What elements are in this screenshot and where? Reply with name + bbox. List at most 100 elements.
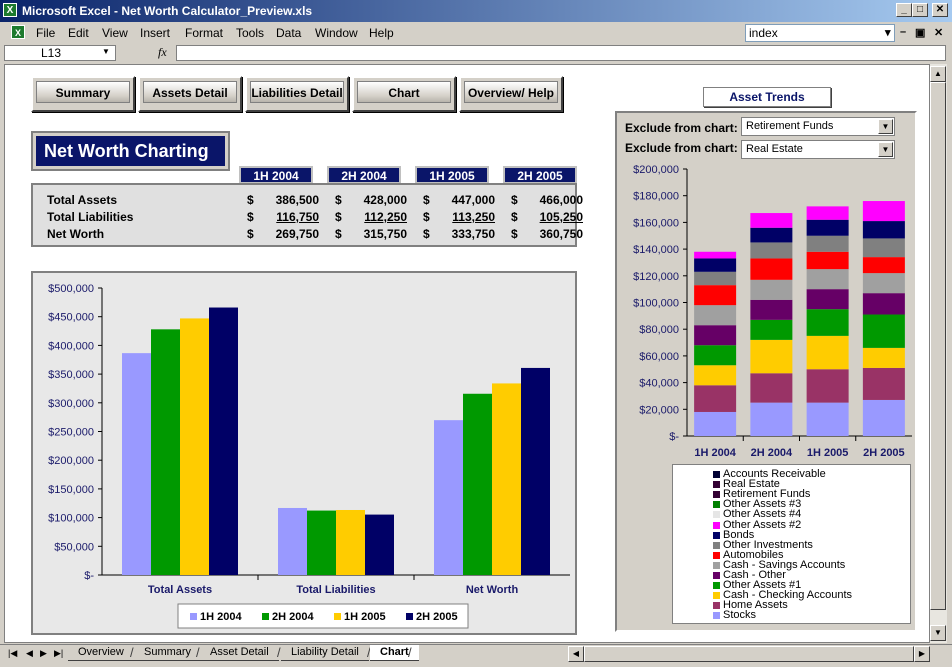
workbook-icon[interactable]: X xyxy=(11,25,25,39)
insert-function-icon[interactable]: fx xyxy=(158,45,167,60)
net-worth-chart[interactable]: $- $50,000 $100,000 $150,000 $200,000 $250,00… xyxy=(31,271,577,635)
excel-app-icon[interactable]: X xyxy=(3,3,17,17)
vertical-scrollbar[interactable]: ▲ ▼ xyxy=(930,64,947,643)
scroll-thumb[interactable] xyxy=(930,82,946,610)
scroll-down-icon[interactable]: ▼ xyxy=(930,625,946,641)
legend-label: 2H 2004 xyxy=(272,611,314,623)
scroll-right-icon[interactable]: ▶ xyxy=(914,646,930,662)
legend-swatch xyxy=(713,541,720,549)
legend-swatch xyxy=(713,582,720,590)
x-tick-label: Total Liabilities xyxy=(296,584,375,596)
tab-summary[interactable]: Summary xyxy=(134,645,202,661)
x-tick-label: Total Assets xyxy=(148,584,212,596)
summary-button[interactable]: Summary xyxy=(31,76,135,112)
legend-label: 1H 2004 xyxy=(200,611,242,623)
stacked-segment xyxy=(862,399,905,436)
legend-swatch xyxy=(262,613,269,620)
legend-swatch xyxy=(713,511,720,519)
net-worth-chart-svg: $- $50,000 $100,000 $150,000 $200,000 $250,00… xyxy=(48,283,570,629)
menu-edit[interactable]: Edit xyxy=(68,26,89,40)
legend-swatch xyxy=(713,551,720,559)
bar xyxy=(307,510,336,575)
dropdown-arrow-icon[interactable]: ▼ xyxy=(878,142,893,157)
name-box-dropdown-icon[interactable]: ▼ xyxy=(102,47,110,56)
next-sheet-icon[interactable]: ▶ xyxy=(40,648,47,659)
formula-input[interactable] xyxy=(176,45,946,61)
stacked-segment xyxy=(694,345,737,366)
maximize-icon[interactable]: □ xyxy=(912,3,928,17)
tab-overview[interactable]: Overview xyxy=(68,645,134,661)
name-box[interactable]: L13 xyxy=(4,45,116,61)
menu-tools[interactable]: Tools xyxy=(236,26,264,40)
bar xyxy=(209,307,238,575)
chart-button[interactable]: Chart xyxy=(352,76,456,112)
menu-help[interactable]: Help xyxy=(369,26,394,40)
menu-window[interactable]: Window xyxy=(315,26,358,40)
assets-detail-button[interactable]: Assets Detail xyxy=(138,76,242,112)
menu-insert[interactable]: Insert xyxy=(140,26,170,40)
stacked-segment xyxy=(694,285,737,306)
y-tick-label: $180,000 xyxy=(633,191,679,203)
tab-asset-detail[interactable]: Asset Detail xyxy=(200,645,279,661)
workbook-minimize-icon[interactable]: – xyxy=(900,26,906,38)
minimize-icon[interactable]: _ xyxy=(896,3,912,17)
legend-swatch xyxy=(713,491,720,499)
y-tick-label: $100,000 xyxy=(48,513,94,525)
row-label: Net Worth xyxy=(47,227,105,241)
help-dropdown-icon[interactable]: ▾ xyxy=(885,26,891,39)
period-header: 1H 2005 xyxy=(415,166,489,184)
legend-label: 2H 2005 xyxy=(416,611,458,623)
stacked-segment xyxy=(750,339,793,374)
help-question-input[interactable]: index xyxy=(745,24,895,42)
stacked-segment xyxy=(694,258,737,272)
scroll-thumb[interactable] xyxy=(584,646,914,662)
overview-help-button[interactable]: Overview/ Help xyxy=(459,76,563,112)
exclude-dropdown-1[interactable]: Retirement Funds ▼ xyxy=(741,117,895,136)
exclude-label: Exclude from chart: xyxy=(625,141,738,155)
period-header: 2H 2005 xyxy=(503,166,577,184)
exclude-label: Exclude from chart: xyxy=(625,121,738,135)
menu-view[interactable]: View xyxy=(102,26,128,40)
stacked-segment xyxy=(694,385,737,412)
stacked-segment xyxy=(750,299,793,320)
menu-format[interactable]: Format xyxy=(185,26,223,40)
menu-file[interactable]: File xyxy=(36,26,55,40)
stacked-segment xyxy=(806,206,849,220)
x-tick-label: 1H 2005 xyxy=(807,447,849,459)
stacked-segment xyxy=(806,251,849,270)
x-tick-label: 2H 2004 xyxy=(751,447,793,459)
legend-swatch xyxy=(713,521,720,529)
bar xyxy=(463,393,492,575)
liabilities-detail-button[interactable]: Liabilities Detail xyxy=(245,76,349,112)
dropdown-arrow-icon[interactable]: ▼ xyxy=(878,119,893,134)
stacked-segment xyxy=(862,238,905,258)
y-tick-label: $200,000 xyxy=(48,455,94,467)
scroll-up-icon[interactable]: ▲ xyxy=(930,66,946,82)
first-sheet-icon[interactable]: |◀ xyxy=(8,648,17,659)
bar xyxy=(521,367,550,575)
workbook-restore-icon[interactable]: ▣ xyxy=(915,26,925,39)
legend-swatch xyxy=(713,612,720,620)
close-icon[interactable]: ✕ xyxy=(932,3,948,17)
scroll-left-icon[interactable]: ◀ xyxy=(568,646,584,662)
totals-table: Total Assets Total Liabilities Net Worth… xyxy=(31,183,583,247)
stacked-segment xyxy=(694,365,737,386)
stacked-segment xyxy=(862,257,905,274)
last-sheet-icon[interactable]: ▶| xyxy=(54,648,63,659)
bar xyxy=(434,420,463,575)
legend-swatch xyxy=(190,613,197,620)
legend-item: Stocks xyxy=(713,610,756,621)
stacked-segment xyxy=(862,347,905,368)
prev-sheet-icon[interactable]: ◀ xyxy=(26,648,33,659)
stacked-segment xyxy=(750,213,793,228)
exclude-dropdown-2[interactable]: Real Estate ▼ xyxy=(741,140,895,159)
workbook-close-icon[interactable]: ✕ xyxy=(934,26,943,39)
tab-liability-detail[interactable]: Liability Detail xyxy=(281,645,369,661)
stacked-segment xyxy=(806,235,849,252)
stacked-segment xyxy=(806,402,849,436)
bar xyxy=(492,383,521,575)
bar xyxy=(278,507,307,575)
menu-data[interactable]: Data xyxy=(276,26,301,40)
tab-separator: / xyxy=(408,645,412,660)
horizontal-scrollbar[interactable]: ◀ ▶ xyxy=(568,646,930,662)
